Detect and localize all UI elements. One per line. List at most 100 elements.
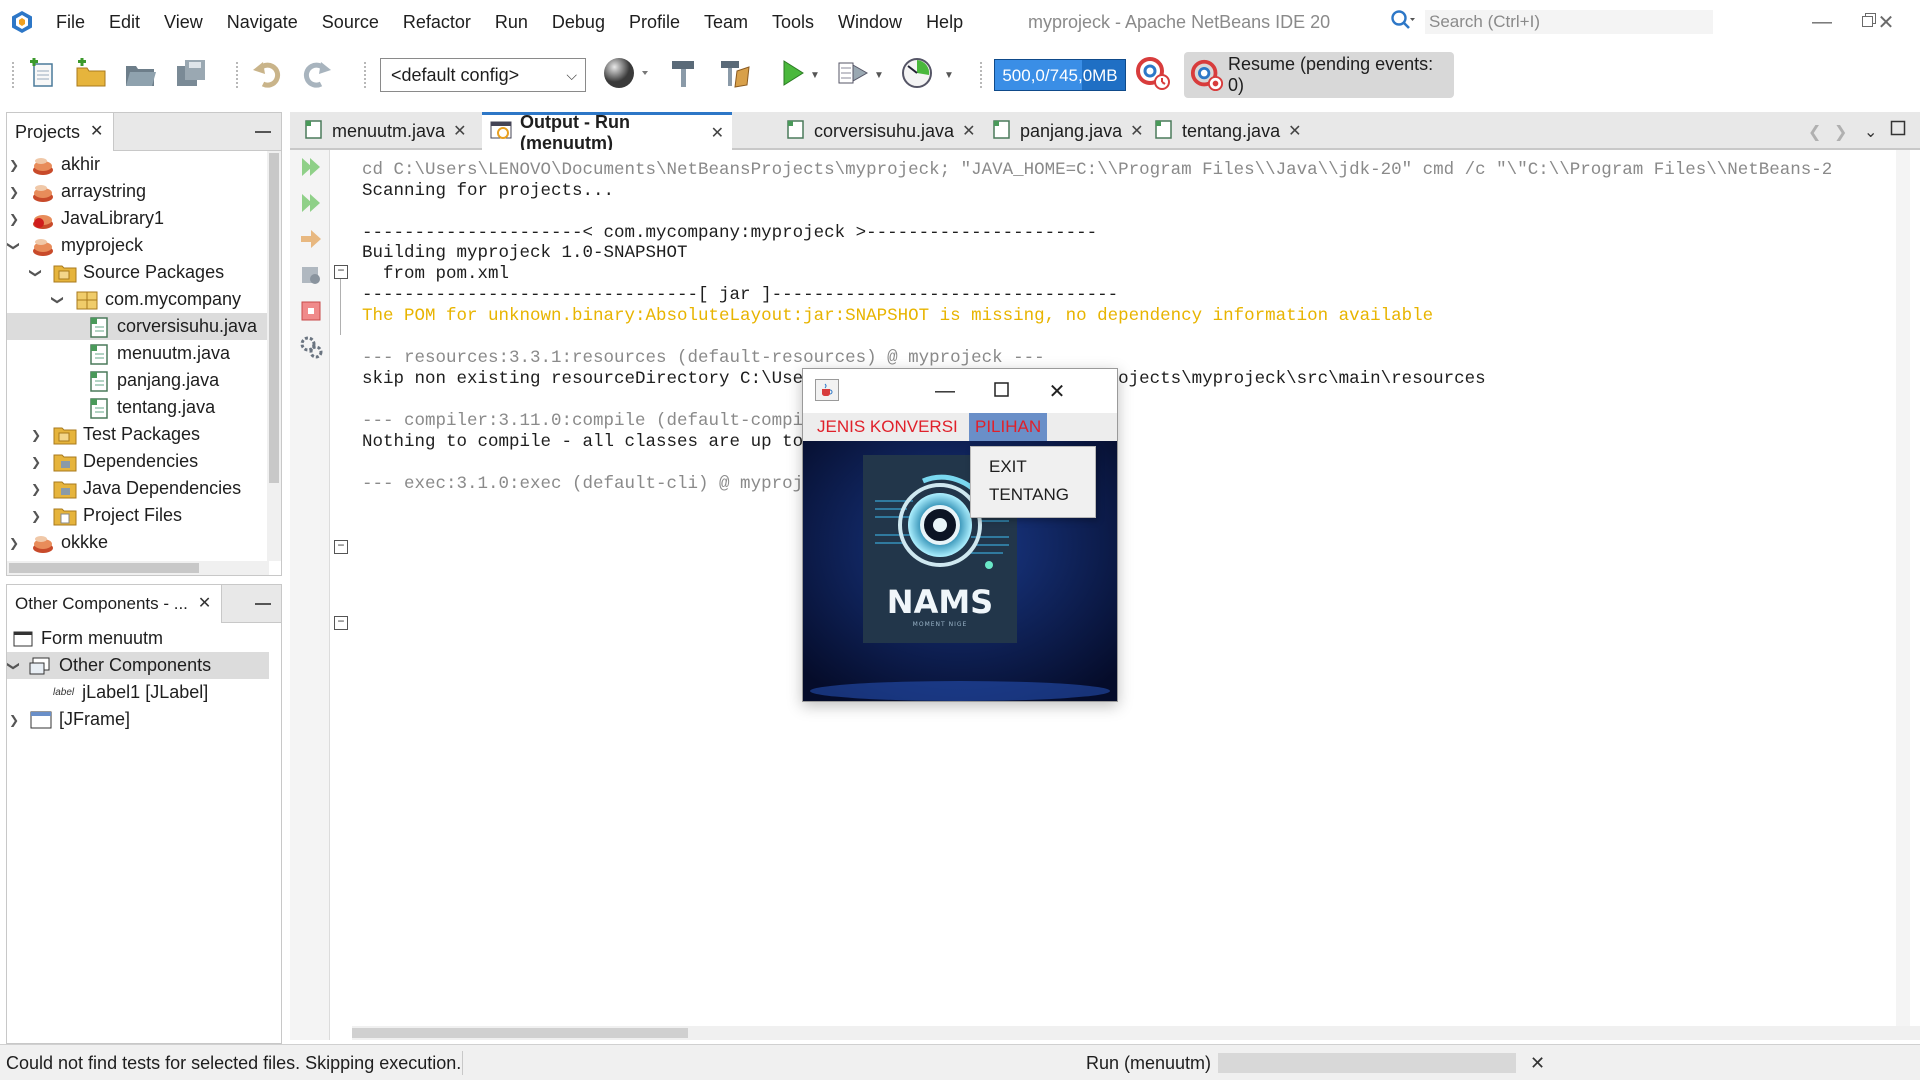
tab-scroll-right-icon[interactable]: ❯ bbox=[1834, 122, 1847, 142]
clear-output-button[interactable] bbox=[298, 264, 324, 290]
fold-toggle-icon[interactable]: − bbox=[334, 265, 348, 279]
tab-panjang-java[interactable]: panjang.java ✕ bbox=[984, 112, 1152, 150]
build-project-button[interactable] bbox=[664, 56, 702, 94]
output-vertical-scrollbar[interactable] bbox=[1896, 150, 1910, 1026]
chevron-right-icon[interactable]: ❯ bbox=[7, 713, 21, 727]
redo-button[interactable] bbox=[298, 56, 336, 94]
menu-file[interactable]: File bbox=[44, 0, 97, 44]
maximize-window-icon[interactable] bbox=[1890, 120, 1906, 141]
projects-vertical-scrollbar[interactable] bbox=[267, 151, 281, 561]
tab-tentang-java[interactable]: tentang.java ✕ bbox=[1146, 112, 1309, 150]
new-project-button[interactable] bbox=[72, 56, 110, 94]
tree-item-tentang[interactable]: tentang.java bbox=[7, 394, 269, 421]
close-icon[interactable]: ✕ bbox=[198, 585, 211, 623]
minimize-panel-button[interactable] bbox=[255, 131, 271, 133]
menu-run[interactable]: Run bbox=[483, 0, 540, 44]
menu-window[interactable]: Window bbox=[826, 0, 914, 44]
chevron-right-icon[interactable]: ❯ bbox=[29, 455, 43, 469]
rerun-with-options-button[interactable] bbox=[298, 192, 324, 218]
menu-item-tentang[interactable]: TENTANG bbox=[989, 485, 1069, 505]
tree-item-menuutm[interactable]: menuutm.java bbox=[7, 340, 269, 367]
debug-project-button[interactable] bbox=[834, 56, 872, 94]
tree-item-java-dependencies[interactable]: ❯ Java Dependencies bbox=[7, 475, 269, 502]
close-window-button[interactable]: ✕ bbox=[1856, 0, 1916, 44]
tree-item-myprojeck[interactable]: ❯ myprojeck bbox=[7, 232, 269, 259]
java-minimize-button[interactable]: — bbox=[917, 369, 973, 413]
java-window-titlebar[interactable]: — ✕ bbox=[803, 369, 1117, 413]
memory-usage-bar[interactable]: 500,0/745,0MB bbox=[994, 59, 1126, 91]
resume-output-button[interactable] bbox=[298, 228, 324, 254]
tree-item-dependencies[interactable]: ❯ Dependencies bbox=[7, 448, 269, 475]
fold-toggle-icon[interactable]: − bbox=[334, 616, 348, 630]
tree-item-corversisuhu[interactable]: corversisuhu.java bbox=[7, 313, 269, 340]
menu-pilihan[interactable]: PILIHAN bbox=[969, 413, 1048, 441]
scrollbar-thumb[interactable] bbox=[9, 563, 199, 573]
scrollbar-thumb[interactable] bbox=[352, 1028, 688, 1038]
debug-dropdown-button[interactable]: ▼ bbox=[870, 56, 888, 94]
output-horizontal-scrollbar[interactable] bbox=[352, 1026, 1920, 1040]
chevron-down-icon[interactable]: ❯ bbox=[7, 239, 21, 253]
run-dropdown-button[interactable]: ▼ bbox=[806, 56, 824, 94]
new-file-button[interactable] bbox=[24, 56, 62, 94]
chevron-right-icon[interactable]: ❯ bbox=[7, 536, 21, 550]
open-project-button[interactable] bbox=[122, 56, 160, 94]
config-select[interactable]: <default config> ⌵ bbox=[380, 58, 586, 92]
close-icon[interactable]: ✕ bbox=[711, 123, 724, 143]
tab-corversisuhu-java[interactable]: corversisuhu.java ✕ bbox=[778, 112, 983, 150]
menu-profile[interactable]: Profile bbox=[617, 0, 692, 44]
tab-output-run[interactable]: Output - Run (menuutm) ✕ bbox=[482, 112, 732, 153]
tree-item-other-components[interactable]: ❯ Other Components bbox=[7, 652, 269, 679]
tree-item-test-packages[interactable]: ❯ Test Packages bbox=[7, 421, 269, 448]
java-maximize-button[interactable] bbox=[973, 369, 1029, 413]
menu-team[interactable]: Team bbox=[692, 0, 760, 44]
status-task-label[interactable]: Run (menuutm) bbox=[1086, 1045, 1211, 1080]
tree-item-javalibrary1[interactable]: ❯ JavaLibrary1 bbox=[7, 205, 269, 232]
tab-scroll-left-icon[interactable]: ❮ bbox=[1808, 122, 1821, 142]
menu-help[interactable]: Help bbox=[914, 0, 975, 44]
menu-debug[interactable]: Debug bbox=[540, 0, 617, 44]
minimize-button[interactable]: — bbox=[1792, 0, 1852, 44]
chevron-down-icon[interactable]: ❯ bbox=[29, 266, 43, 280]
tree-item-project-files[interactable]: ❯ Project Files bbox=[7, 502, 269, 529]
resume-button[interactable]: Resume (pending events: 0) bbox=[1184, 52, 1454, 98]
clean-build-button[interactable] bbox=[716, 56, 754, 94]
scrollbar-thumb[interactable] bbox=[269, 153, 279, 483]
save-all-button[interactable] bbox=[172, 56, 210, 94]
menu-item-exit[interactable]: EXIT bbox=[989, 457, 1027, 477]
close-icon[interactable]: ✕ bbox=[453, 121, 466, 141]
java-close-button[interactable]: ✕ bbox=[1029, 369, 1085, 413]
close-icon[interactable]: ✕ bbox=[1288, 121, 1301, 141]
menu-view[interactable]: View bbox=[152, 0, 215, 44]
tree-item-jlabel1[interactable]: label jLabel1 [JLabel] bbox=[7, 679, 269, 706]
profile-dropdown-button[interactable]: ▼ bbox=[940, 56, 958, 94]
minimize-panel-button[interactable] bbox=[255, 603, 271, 605]
chevron-right-icon[interactable]: ❯ bbox=[7, 158, 21, 172]
menu-source[interactable]: Source bbox=[310, 0, 391, 44]
rerun-button[interactable] bbox=[298, 156, 324, 182]
stop-button[interactable] bbox=[298, 300, 324, 326]
projects-horizontal-scrollbar[interactable] bbox=[7, 561, 269, 575]
chevron-down-icon[interactable]: ❯ bbox=[51, 293, 65, 307]
gc-button[interactable] bbox=[1134, 56, 1172, 94]
tree-item-okkke[interactable]: ❯ okkke bbox=[7, 529, 269, 556]
search-input[interactable]: Search (Ctrl+I) bbox=[1424, 9, 1714, 35]
tree-item-akhir[interactable]: ❯ akhir bbox=[7, 151, 269, 178]
undo-button[interactable] bbox=[248, 56, 286, 94]
search-box[interactable]: Search (Ctrl+I) bbox=[1390, 9, 1716, 35]
tree-item-arraystring[interactable]: ❯ arraystring bbox=[7, 178, 269, 205]
chevron-right-icon[interactable]: ❯ bbox=[7, 212, 21, 226]
tree-item-panjang[interactable]: panjang.java bbox=[7, 367, 269, 394]
cancel-task-button[interactable]: ✕ bbox=[1530, 1045, 1545, 1080]
menu-edit[interactable]: Edit bbox=[97, 0, 152, 44]
tree-item-com-mycompany[interactable]: ❯ com.mycompany bbox=[7, 286, 269, 313]
tab-list-dropdown-icon[interactable]: ⌄ bbox=[1864, 122, 1877, 142]
close-icon[interactable]: ✕ bbox=[90, 113, 103, 151]
fold-toggle-icon[interactable]: − bbox=[334, 540, 348, 554]
tab-projects[interactable]: Projects ✕ bbox=[7, 113, 115, 151]
tree-item-source-packages[interactable]: ❯ Source Packages bbox=[7, 259, 269, 286]
close-icon[interactable]: ✕ bbox=[962, 121, 975, 141]
menu-navigate[interactable]: Navigate bbox=[215, 0, 310, 44]
chevron-right-icon[interactable]: ❯ bbox=[29, 428, 43, 442]
chevron-down-icon[interactable]: ❯ bbox=[7, 659, 21, 673]
tree-item-jframe[interactable]: ❯ [JFrame] bbox=[7, 706, 269, 733]
